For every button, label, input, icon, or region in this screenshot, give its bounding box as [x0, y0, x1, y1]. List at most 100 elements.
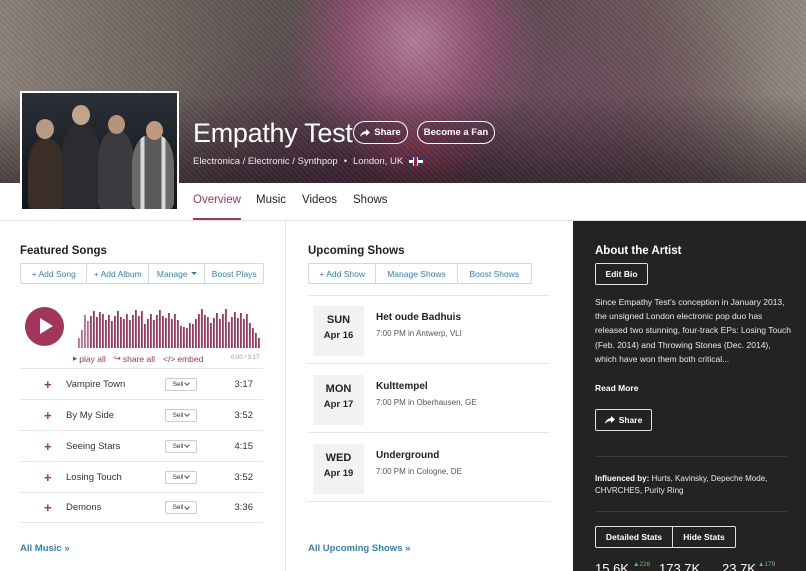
waveform-bar [237, 318, 239, 348]
show-venue[interactable]: Het oude Badhuis [376, 312, 461, 323]
show-venue[interactable]: Kulttempel [376, 381, 428, 392]
song-title[interactable]: Seeing Stars [66, 441, 120, 452]
song-duration: 3:52 [234, 409, 254, 421]
waveform-bar [153, 320, 155, 348]
show-city: Antwerp, VLI [416, 329, 462, 338]
add-icon[interactable]: + [44, 377, 52, 392]
all-music-link[interactable]: All Music » [20, 543, 70, 554]
waveform[interactable] [78, 308, 262, 348]
sell-dropdown[interactable]: Sell [165, 501, 197, 514]
share-icon [360, 128, 371, 137]
tab-videos[interactable]: Videos [302, 194, 337, 206]
embed-label: embed [177, 353, 204, 364]
column-divider [285, 221, 286, 571]
become-a-fan-button[interactable]: Become a Fan [417, 121, 495, 144]
add-show-button[interactable]: + Add Show [309, 264, 377, 283]
hide-stats-button[interactable]: Hide Stats [673, 526, 736, 548]
show-meta: 7:00 PM in Cologne, DE [376, 467, 462, 476]
song-title[interactable]: Demons [66, 502, 101, 513]
waveform-bar [120, 317, 122, 348]
manage-shows-button[interactable]: Manage Shows [376, 264, 458, 283]
waveform-bar [144, 324, 146, 348]
embed-link[interactable]: </> embed [163, 353, 203, 364]
show-item[interactable]: WED Apr 19 Underground 7:00 PM in Cologn… [307, 434, 550, 502]
add-album-button[interactable]: + Add Album [87, 264, 149, 283]
waveform-bar [138, 316, 140, 348]
add-icon[interactable]: + [44, 408, 52, 423]
song-title[interactable]: Losing Touch [66, 472, 122, 483]
show-weekday: WED [325, 452, 352, 464]
tab-overview[interactable]: Overview [193, 194, 241, 206]
waveform-bar [222, 314, 224, 348]
waveform-bar [141, 311, 143, 348]
stat-item: 23.7K ▲179 [722, 561, 782, 571]
play-icon[interactable] [25, 307, 64, 346]
share-label: Share [618, 415, 643, 425]
share-all-label: share all [122, 353, 156, 364]
genre-text[interactable]: Electronica / Electronic / Synthpop [193, 156, 338, 167]
stat-value: 15.6K [595, 561, 629, 571]
waveform-bar [189, 323, 191, 348]
tab-shows[interactable]: Shows [353, 194, 388, 206]
waveform-bar [102, 314, 104, 348]
edit-bio-button[interactable]: Edit Bio [595, 263, 648, 285]
share-all-link[interactable]: ↪ share all [114, 353, 155, 364]
boost-shows-button[interactable]: Boost Shows [458, 264, 531, 283]
read-more-link[interactable]: Read More [595, 383, 638, 393]
chevron-down-icon [184, 411, 191, 417]
waveform-bar [252, 328, 254, 348]
waveform-bar [177, 320, 179, 348]
song-row[interactable]: + Losing Touch Sell 3:52 [20, 461, 263, 492]
add-song-button[interactable]: + Add Song [21, 264, 88, 283]
about-share-button[interactable]: Share [595, 409, 652, 431]
sell-dropdown[interactable]: Sell [165, 377, 197, 391]
tab-music[interactable]: Music [256, 194, 286, 206]
waveform-bar [159, 310, 161, 348]
waveform-bar [108, 315, 110, 348]
sell-dropdown[interactable]: Sell [165, 470, 197, 484]
show-item[interactable]: SUN Apr 16 Het oude Badhuis 7:00 PM in A… [307, 296, 550, 364]
share-button[interactable]: Share [353, 121, 408, 144]
all-upcoming-shows-link[interactable]: All Upcoming Shows » [308, 543, 410, 554]
show-item[interactable]: MON Apr 17 Kulttempel 7:00 PM in Oberhau… [307, 365, 550, 433]
waveform-bar [165, 318, 167, 348]
detailed-stats-button[interactable]: Detailed Stats [595, 526, 673, 548]
sell-label: Sell [172, 504, 184, 511]
code-icon: </> [163, 353, 176, 364]
show-date: Apr 16 [323, 330, 354, 341]
add-icon[interactable]: + [44, 500, 52, 515]
show-time: 7:00 PM [376, 398, 406, 407]
artist-photo[interactable] [20, 91, 179, 211]
show-meta: 7:00 PM in Antwerp, VLI [376, 329, 462, 338]
track-time: 0:00 / 3:17 [231, 355, 260, 361]
waveform-bar [213, 318, 215, 348]
song-title[interactable]: By My Side [66, 410, 114, 421]
waveform-bar [126, 314, 128, 348]
song-row[interactable]: + By My Side Sell 3:52 [20, 399, 263, 430]
player-links: ▸ play all ↪ share all </> embed [73, 353, 203, 364]
caret-down-icon [190, 272, 197, 275]
song-row[interactable]: + Demons Sell 3:36 [20, 492, 263, 523]
stat-value: 173.7K [659, 561, 701, 571]
location-text: London, UK [353, 156, 404, 167]
add-icon[interactable]: + [44, 439, 52, 454]
boost-plays-button[interactable]: Boost Plays [205, 264, 263, 283]
waveform-bar [246, 314, 248, 348]
sell-dropdown[interactable]: Sell [165, 408, 197, 422]
stats-row: 15.6K ▲226 173.7K 23.7K ▲179 [595, 561, 782, 571]
play-all-link[interactable]: ▸ play all [73, 353, 106, 364]
sell-dropdown[interactable]: Sell [165, 439, 197, 453]
add-icon[interactable]: + [44, 470, 52, 485]
show-date: Apr 17 [323, 399, 354, 410]
song-row[interactable]: + Vampire Town Sell 3:17 [20, 368, 263, 399]
waveform-bar [243, 319, 245, 348]
show-venue[interactable]: Underground [376, 450, 439, 461]
artist-meta: Electronica / Electronic / Synthpop • Lo… [193, 156, 424, 167]
song-title[interactable]: Vampire Town [66, 379, 125, 390]
song-row[interactable]: + Seeing Stars Sell 4:15 [20, 430, 263, 461]
stat-delta: ▲226 [633, 561, 651, 568]
waveform-bar [129, 320, 131, 348]
chevron-down-icon [184, 473, 191, 479]
about-title: About the Artist [595, 245, 682, 257]
manage-dropdown[interactable]: Manage [149, 264, 206, 283]
